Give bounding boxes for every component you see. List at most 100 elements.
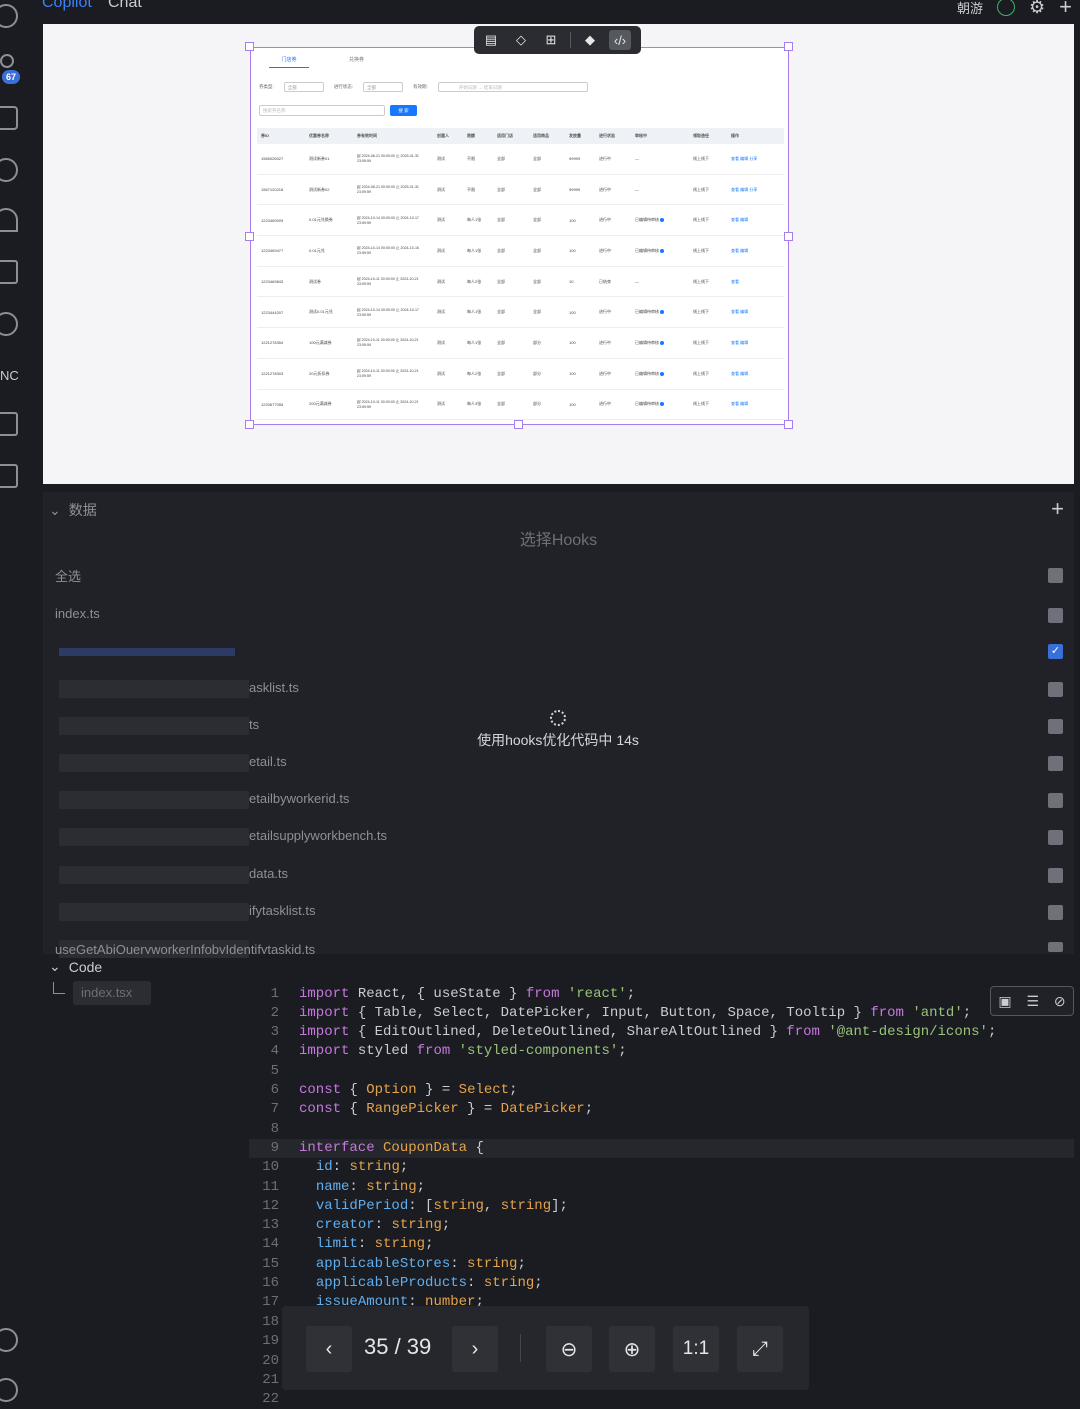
resize-handle[interactable] (784, 42, 793, 51)
resize-handle[interactable] (784, 232, 793, 241)
table-cell: 1223469009 (261, 217, 284, 223)
mini-search-button[interactable]: 搜 索 (390, 105, 417, 116)
row-actions[interactable]: 查看 编辑 分享 (727, 156, 784, 162)
grid-icon[interactable] (0, 412, 18, 436)
hook-item[interactable]: useGetAbiQueryworkerInfobyIdentifytaskid… (55, 940, 1063, 960)
frame-icon[interactable]: ⊞ (540, 30, 562, 50)
hook-item[interactable]: ✓ (55, 642, 1063, 662)
row-actions[interactable]: 查看 编辑 分享 (727, 187, 784, 193)
table-cell: 已结束 (599, 278, 611, 284)
ratio-button[interactable]: 1:1 (673, 1326, 719, 1372)
resize-handle[interactable] (245, 232, 254, 241)
table-cell: 部分 (533, 401, 541, 407)
headphones-icon[interactable] (0, 208, 18, 232)
select-all-row[interactable]: 全选 (55, 566, 1063, 586)
selected-frame[interactable]: 门店券 兑换券 券类型: 全部 进行状态: 全部 有效期: 开始日期 → 结束日… (250, 47, 789, 425)
hook-checkbox[interactable] (1048, 719, 1063, 734)
select-all-checkbox[interactable] (1048, 568, 1063, 583)
row-actions[interactable]: 查看 编辑 (727, 340, 784, 346)
row-actions[interactable]: 查看 (727, 279, 784, 285)
table-header-cell: 券有效时间 (357, 133, 377, 138)
row-actions[interactable]: 查看 编辑 (727, 401, 784, 407)
sidebar-label-nc[interactable]: NC (0, 368, 19, 383)
table-cell: 进行中 (599, 217, 611, 223)
hook-checkbox[interactable] (1048, 682, 1063, 697)
code-icon[interactable]: ‹/› (609, 30, 631, 50)
row-actions[interactable]: 查看 编辑 (727, 217, 784, 223)
zoom-in-icon[interactable]: ⊕ (609, 1326, 655, 1372)
cube-icon[interactable] (0, 158, 18, 182)
hide-icon[interactable]: ⊘ (1054, 993, 1066, 1010)
gem-icon[interactable]: ◆ (579, 30, 601, 50)
hook-label: ifytasklist.ts (249, 903, 316, 918)
code-section-header[interactable]: ⌄ Code (49, 958, 102, 975)
settings-icon[interactable] (0, 1378, 18, 1402)
account-icon[interactable] (0, 1328, 18, 1352)
spinner-icon (550, 710, 566, 726)
hook-item[interactable]: data.ts (55, 866, 1063, 886)
row-actions[interactable]: 查看 编辑 (727, 371, 784, 377)
hook-item[interactable]: index.ts (55, 606, 1063, 626)
share-icon[interactable] (0, 260, 18, 284)
hook-label: useGetAbiQueryworkerInfobyIdentifytaskid… (55, 942, 316, 954)
plus-icon[interactable]: + (1059, 0, 1072, 20)
hook-checkbox[interactable] (1048, 830, 1063, 845)
hook-checkbox[interactable] (1048, 868, 1063, 883)
hook-item[interactable]: etail.ts (55, 754, 1063, 774)
resize-handle[interactable] (784, 420, 793, 429)
layout-icon[interactable]: ▤ (480, 30, 502, 50)
zoom-out-icon[interactable]: ⊖ (546, 1326, 592, 1372)
row-actions[interactable]: 查看 编辑 (727, 309, 784, 315)
users-icon[interactable] (0, 54, 14, 68)
hook-item[interactable]: asklist.ts (55, 680, 1063, 700)
code-line: 11 name: string; (262, 1179, 426, 1195)
refresh-icon[interactable] (0, 312, 18, 336)
hook-checkbox[interactable] (1048, 608, 1063, 623)
tab-chat[interactable]: Chat (108, 0, 142, 12)
mini-search-input[interactable]: 搜索券名称 (259, 105, 385, 116)
prev-icon[interactable]: ‹ (306, 1326, 352, 1372)
table-cell: 全部 (533, 278, 541, 284)
hook-checkbox[interactable] (1048, 793, 1063, 808)
tab-copilot[interactable]: Copilot (42, 0, 92, 12)
hook-checkbox[interactable] (1048, 942, 1063, 952)
date-range-picker[interactable]: 开始日期 → 结束日期 (437, 82, 588, 92)
fullscreen-icon[interactable]: ⤢ (737, 1326, 783, 1372)
component-icon[interactable]: ◇ (510, 30, 532, 50)
avatar-icon[interactable] (997, 0, 1015, 16)
hook-item[interactable]: etailsupplyworkbench.ts (55, 828, 1063, 848)
sparkle-icon[interactable] (0, 464, 18, 488)
file-item[interactable]: index.tsx (73, 981, 151, 1005)
add-icon[interactable]: + (1051, 496, 1064, 522)
filter-select[interactable]: 全部 (363, 82, 403, 92)
table-cell: 测试 (437, 401, 445, 407)
mini-table: 券ID 优惠券名称 券有效时间 创建人 限额 适用门店 适用商品 发放量 进行状态 审核中 领取途径… (257, 128, 784, 421)
history-icon[interactable] (0, 106, 18, 130)
search-icon[interactable] (0, 4, 18, 28)
table-cell: 1223469843 (261, 279, 284, 285)
notes-icon[interactable]: ☰ (1026, 993, 1039, 1010)
redacted-block (59, 717, 249, 735)
settings-icon[interactable]: ⚙ (1029, 0, 1045, 18)
hook-item[interactable]: etailbyworkerid.ts (55, 791, 1063, 811)
resize-handle[interactable] (514, 420, 523, 429)
filter-select[interactable]: 全部 (283, 82, 324, 92)
resize-handle[interactable] (245, 420, 254, 429)
next-icon[interactable]: › (452, 1326, 498, 1372)
data-section-header[interactable]: ⌄ 数据 (49, 500, 97, 520)
hook-item[interactable]: ifytasklist.ts (55, 903, 1063, 923)
preview-icon[interactable]: ▣ (998, 993, 1011, 1010)
table-cell: 已编辑待审核 (631, 401, 689, 407)
table-cell: 线上线下 (693, 247, 709, 253)
hook-checkbox[interactable]: ✓ (1048, 644, 1063, 659)
table-cell: 测试新券01 (309, 155, 330, 161)
table-cell: 全部 (533, 309, 541, 315)
hook-checkbox[interactable] (1048, 905, 1063, 920)
resize-handle[interactable] (245, 42, 254, 51)
code-line: 5 (270, 1063, 279, 1079)
mini-tab-store[interactable]: 门店券 (269, 56, 309, 68)
row-actions[interactable]: 查看 编辑 (727, 248, 784, 254)
mini-tab-exchange[interactable]: 兑换券 (349, 56, 364, 68)
table-cell: 起 2024-10-11 00:00:00 止 2024-10-21 23:59… (357, 338, 419, 348)
hook-checkbox[interactable] (1048, 756, 1063, 771)
